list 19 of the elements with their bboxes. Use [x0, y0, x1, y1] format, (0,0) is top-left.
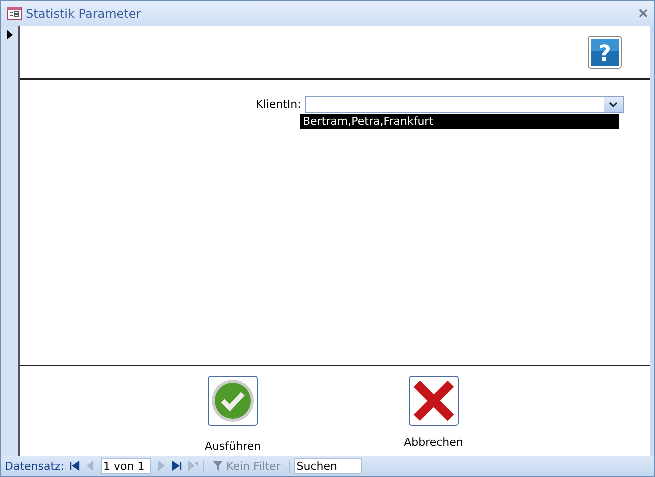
- record-position-field[interactable]: 1 von 1: [100, 458, 151, 474]
- client-combo-box[interactable]: [305, 96, 624, 113]
- cross-icon: [412, 380, 455, 422]
- run-button[interactable]: [208, 376, 258, 426]
- button-caption: Ausführen: [205, 440, 262, 453]
- first-record-icon[interactable]: [68, 460, 81, 472]
- button-caption: Abbrechen: [404, 436, 464, 449]
- close-icon[interactable]: [639, 9, 648, 18]
- form-icon: [7, 7, 22, 20]
- record-label: Datensatz:: [5, 460, 65, 472]
- funnel-icon: [212, 460, 224, 472]
- check-icon: [211, 379, 256, 423]
- last-record-icon[interactable]: [170, 460, 183, 472]
- record-pointer-icon: [6, 30, 12, 40]
- window-title: Statistik Parameter: [26, 6, 142, 20]
- dropdown-option[interactable]: Bertram,Petra,Frankfurt: [300, 114, 619, 129]
- search-field[interactable]: Suchen: [294, 458, 362, 474]
- cancel-button[interactable]: [408, 376, 459, 426]
- field-label: KlientIn:: [256, 98, 302, 111]
